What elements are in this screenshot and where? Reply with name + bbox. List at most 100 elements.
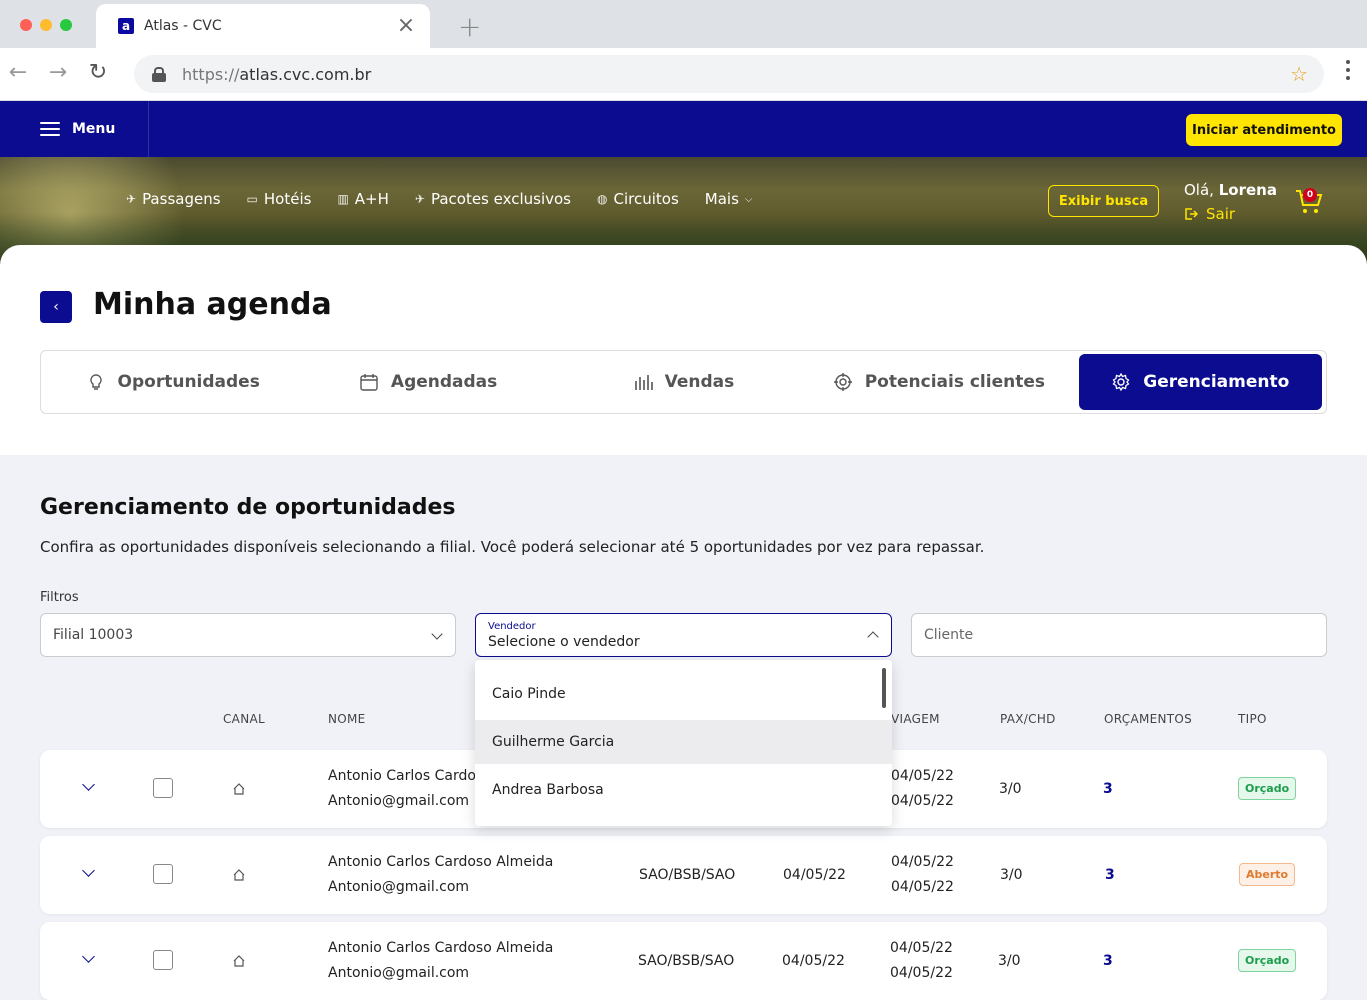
close-window-icon[interactable]: [20, 19, 32, 31]
nav-item-aereo-hotel[interactable]: ▥ A+H: [337, 190, 388, 208]
agenda-tabs: Oportunidades Agendadas Vendas Potenciai…: [40, 350, 1327, 414]
tab-close-icon[interactable]: ×: [394, 15, 418, 37]
trip-start: 04/05/22: [891, 854, 954, 870]
browser-menu-icon[interactable]: [1346, 60, 1350, 80]
table-row[interactable]: Antonio Carlos Cardoso Almeida Antonio@g…: [40, 836, 1327, 914]
menu-label: Menu: [72, 121, 116, 137]
route: SAO/BSB/SAO: [639, 867, 736, 883]
chevron-up-icon: [867, 631, 879, 643]
branch-select[interactable]: Filial 10003: [40, 613, 456, 657]
trip-end: 04/05/22: [891, 793, 954, 809]
favicon-icon: a: [118, 18, 134, 34]
divider: [148, 101, 149, 157]
cart-count-badge: 0: [1303, 188, 1317, 202]
client-email: Antonio@gmail.com: [328, 965, 470, 981]
table-row[interactable]: Antonio Carlos Cardoso Almeida Antonio@g…: [40, 922, 1327, 1000]
section-title: Gerenciamento de oportunidades: [40, 495, 456, 520]
maximize-window-icon[interactable]: [60, 19, 72, 31]
browser-tab[interactable]: a Atlas - CVC ×: [96, 4, 430, 48]
user-greeting: Olá, Lorena: [1184, 181, 1277, 199]
chevron-left-icon: ‹: [53, 299, 59, 315]
header-pax: PAX/CHD: [1000, 712, 1056, 726]
gear-icon: [1112, 372, 1130, 392]
hamburger-icon: [40, 118, 60, 140]
logout-icon: [1185, 208, 1198, 220]
dropdown-scrollbar[interactable]: [882, 668, 886, 708]
minimize-window-icon[interactable]: [40, 19, 52, 31]
logout-link[interactable]: Sair: [1184, 205, 1235, 223]
trip-start: 04/05/22: [891, 768, 954, 784]
tab-agendadas[interactable]: Agendadas: [300, 354, 555, 410]
status-badge: Orçado: [1238, 777, 1297, 800]
start-service-button[interactable]: Iniciar atendimento: [1186, 114, 1342, 146]
client-input[interactable]: Cliente: [911, 613, 1327, 657]
quotes-count[interactable]: 3: [1105, 867, 1115, 883]
bed-icon: ▭: [246, 192, 258, 206]
plane-icon: ✈: [414, 192, 425, 206]
tab-oportunidades[interactable]: Oportunidades: [45, 354, 300, 410]
bookmark-star-icon[interactable]: ☆: [1290, 62, 1308, 86]
dropdown-option[interactable]: Andrea Barbosa: [475, 768, 892, 812]
plane-icon: ✈: [126, 192, 137, 206]
nav-item-passagens[interactable]: ✈ Passagens: [126, 190, 221, 208]
home-icon: [233, 955, 245, 967]
lightbulb-icon: [89, 374, 102, 390]
chevron-down-icon[interactable]: [82, 864, 95, 877]
tab-potenciais-clientes[interactable]: Potenciais clientes: [811, 354, 1066, 410]
globe-icon: ◍: [597, 192, 608, 206]
chevron-down-icon: ⌵: [744, 193, 753, 205]
seller-value: Selecione o vendedor: [488, 633, 640, 650]
lock-icon: [152, 67, 166, 82]
row-checkbox[interactable]: [153, 950, 173, 970]
row-checkbox[interactable]: [153, 864, 173, 884]
calendar-icon: [360, 374, 378, 391]
reload-icon[interactable]: ↻: [86, 60, 110, 85]
seller-label: Vendedor: [488, 620, 536, 632]
dropdown-option[interactable]: Guilherme Garcia: [475, 720, 892, 764]
tab-vendas[interactable]: Vendas: [556, 354, 811, 410]
nav-item-pacotes[interactable]: ✈ Pacotes exclusivos: [415, 190, 571, 208]
header-tipo: TIPO: [1238, 712, 1267, 726]
seller-select[interactable]: Vendedor Selecione o vendedor: [475, 613, 892, 657]
row-checkbox[interactable]: [153, 778, 173, 798]
header-canal: CANAL: [223, 712, 265, 726]
trip-end: 04/05/22: [891, 879, 954, 895]
pax: 3/0: [998, 953, 1021, 969]
app-header: Menu Iniciar atendimento: [0, 101, 1367, 157]
show-search-button[interactable]: Exibir busca: [1048, 185, 1159, 217]
menu-button[interactable]: Menu: [40, 101, 115, 157]
target-icon: [833, 373, 852, 391]
forward-arrow-icon[interactable]: →: [46, 60, 70, 85]
back-arrow-icon[interactable]: ←: [6, 60, 30, 85]
header-orcamentos: ORÇAMENTOS: [1104, 712, 1193, 726]
filters-label: Filtros: [40, 590, 79, 605]
client-name: Antonio Carlos Cardoso: [328, 768, 492, 784]
url-text[interactable]: https://atlas.cvc.com.br: [182, 65, 1290, 84]
chevron-down-icon: [431, 628, 443, 640]
page-title: Minha agenda: [93, 287, 332, 322]
home-icon: [233, 783, 245, 795]
back-button[interactable]: ‹: [40, 291, 72, 323]
product-nav: ✈ Passagens ▭ Hotéis ▥ A+H ✈ Pacotes exclusi…: [126, 190, 752, 208]
trip-start: 04/05/22: [890, 940, 953, 956]
seller-dropdown-menu: Caio Pinde Guilherme Garcia Andrea Barbo…: [475, 660, 892, 826]
building-icon: ▥: [337, 192, 349, 206]
client-email: Antonio@gmail.com: [328, 879, 470, 895]
date: 04/05/22: [783, 867, 846, 883]
nav-item-mais[interactable]: Mais ⌵: [705, 190, 753, 208]
dropdown-option[interactable]: Caio Pinde: [475, 672, 892, 716]
chevron-down-icon[interactable]: [82, 950, 95, 963]
nav-item-hoteis[interactable]: ▭ Hotéis: [247, 190, 312, 208]
client-name: Antonio Carlos Cardoso Almeida: [328, 854, 554, 870]
quotes-count[interactable]: 3: [1103, 953, 1113, 969]
nav-item-circuitos[interactable]: ◍ Circuitos: [597, 190, 679, 208]
header-nome: NOME: [328, 712, 366, 726]
new-tab-icon[interactable]: +: [458, 10, 481, 43]
tab-gerenciamento[interactable]: Gerenciamento: [1078, 354, 1322, 410]
chevron-down-icon[interactable]: [82, 778, 95, 791]
pax: 3/0: [999, 781, 1022, 797]
quotes-count[interactable]: 3: [1103, 781, 1113, 797]
pax: 3/0: [1000, 867, 1023, 883]
address-bar[interactable]: https://atlas.cvc.com.br ☆: [134, 55, 1324, 93]
window-controls[interactable]: [20, 19, 72, 31]
